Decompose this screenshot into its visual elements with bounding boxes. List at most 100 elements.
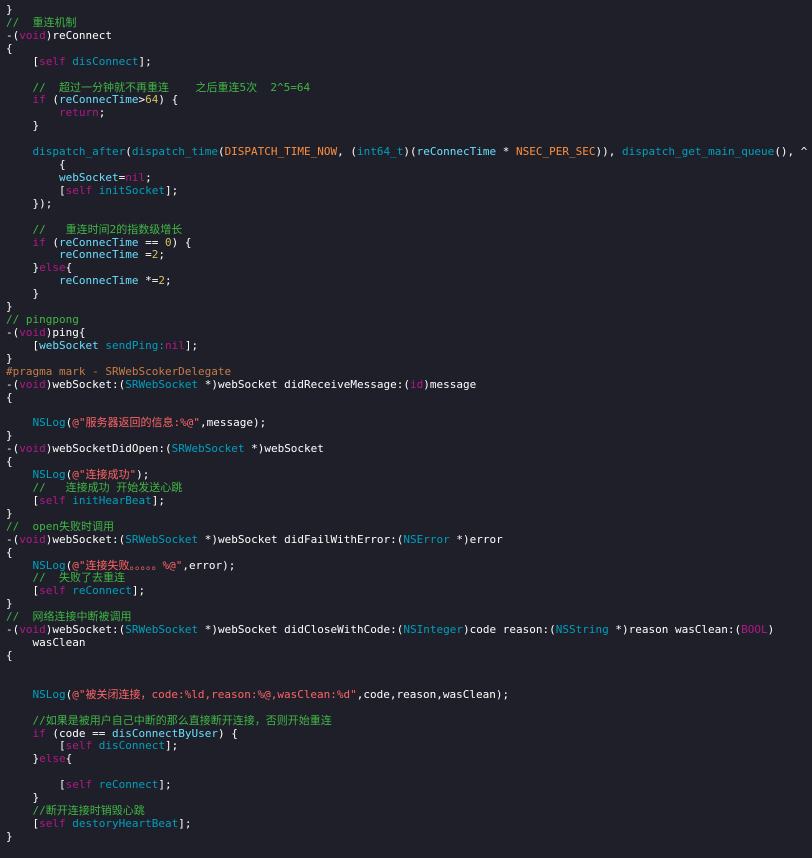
code-token-ivar: reConnecTime [416,145,497,159]
code-line: // open失败时调用 [6,520,114,533]
code-line: // 网络连接中断被调用 [6,610,132,623]
code-token-plain: ) { [171,235,192,249]
code-token-plain: } [6,3,13,16]
code-token-type: SRWebSocket [125,377,199,391]
code-line: //断开连接时销毁心跳 [6,804,145,818]
code-token-plain: -( [6,623,20,637]
code-line: // 重连机制 [6,16,77,29]
code-line: -(void)webSocketDidOpen:(SRWebSocket *)w… [6,442,324,455]
code-token-method: NSLog [32,687,66,701]
code-token-plain: ; [158,248,165,262]
code-token-plain: [ [6,183,66,197]
code-line: -(void)webSocket:(SRWebSocket *)webSocke… [6,623,774,636]
code-token-type: NSError [403,532,450,546]
code-token-comment: // 重连时间2的指数级增长 [6,222,183,236]
code-line: }else{ [6,261,72,274]
code-token-plain: [ [6,54,40,68]
code-token-plain: { [6,545,13,559]
code-line: } [6,507,13,520]
code-token-string: @"被关闭连接，code:%ld,reason:%@,wasClean:%d" [72,687,357,701]
code-token-plain: [ [6,739,66,753]
code-token-plain: ]; [151,493,165,507]
code-line: } [6,300,13,313]
code-line: reConnecTime *=2; [6,274,172,287]
code-token-plain: ]; [164,183,179,197]
code-line: //如果是被用户自己中断的那么直接断开连接，否则开始重连 [6,713,332,727]
code-token-plain: { [6,390,13,404]
code-token-ivar: webSocket [58,170,119,184]
code-token-plain: ,message); [200,416,267,430]
code-line: return; [6,106,105,119]
code-line: [self initHearBeat]; [6,493,165,507]
code-token-keyword: if [32,726,46,740]
code-token-plain: ]; [131,584,146,598]
code-token-plain: *)reason wasClean:( [608,623,742,637]
code-token-plain: { [6,41,13,55]
code-line: // 失败了去重连 [6,571,125,584]
code-token-keyword: nil [164,338,185,352]
code-line: } [6,352,13,365]
code-token-plain: ; [145,170,152,184]
code-line: NSLog(@"被关闭连接，code:%ld,reason:%@,wasClea… [6,687,510,701]
code-token-plain: = [138,248,152,262]
code-token-plain: )webSocketDidOpen:( [45,442,172,456]
code-token-plain: ) { [158,93,179,107]
code-token-plain: )), [595,145,622,159]
code-token-keyword: id [410,377,424,391]
code-token-selfkw: self [39,54,66,68]
code-line: -(void)webSocket:(SRWebSocket *)webSocke… [6,533,503,546]
code-token-keyword: else [39,261,66,275]
code-line: } [6,830,13,843]
code-token-keyword: if [32,235,46,249]
code-line: } [6,287,39,300]
code-token-comment: // 失败了去重连 [6,571,125,585]
code-token-number: 64 [145,93,159,107]
code-line: reConnecTime =2; [6,248,165,261]
code-token-comment: // 网络连接中断被调用 [6,610,132,624]
code-token-plain: == [138,235,165,249]
code-token-method: reConnect [65,584,132,598]
code-line: if (reConnecTime>64) { [6,93,179,107]
code-line: -(void)ping{ [6,326,86,339]
code-token-comment: // open失败时调用 [6,519,114,533]
code-token-comment: //断开连接时销毁心跳 [6,804,145,818]
code-token-number: 2 [158,274,165,288]
code-token-plain: } [6,597,13,611]
code-token-plain: ) { [217,726,238,740]
code-token-selfkw: self [65,739,93,753]
code-token-selfkw: self [39,816,66,830]
code-token-string: @"服务器返回的信息:%@" [72,416,200,430]
code-token-plain: ( [45,93,59,107]
code-token-plain: ,code,reason,wasClean); [356,687,510,701]
code-token-plain: }); [6,196,53,210]
code-line: } [6,3,13,16]
code-token-selfkw: self [39,584,66,598]
code-token-pragma: #pragma mark - SRWebScokerDelegate [6,364,232,378]
code-editor[interactable]: }// 重连机制 -(void)reConnect{ [self disConne… [0,0,812,858]
code-token-ivar: reConnecTime [59,235,139,249]
code-token-plain: } [6,261,40,275]
code-line: [self initSocket]; [6,184,178,197]
code-token-comment: //如果是被用户自己中断的那么直接断开连接，否则开始重连 [6,713,332,727]
code-token-ivar: reConnecTime [59,93,139,107]
code-token-plain: (code == [45,726,112,740]
code-line: } [6,597,13,610]
code-token-plain: )( [403,145,417,159]
code-token-keyword: void [19,326,46,339]
code-token-plain: )ping{ [45,326,86,339]
code-token-type: int64_t [357,145,404,159]
code-line: } [6,119,39,132]
code-token-plain: ( [45,235,59,249]
code-token-plain: [ [6,816,40,830]
code-token-plain: } [6,300,13,314]
code-token-type: SRWebSocket [171,442,245,456]
code-token-keyword: void [19,442,46,456]
code-token-plain: } [6,119,40,133]
code-token-plain: (), ^ [774,145,808,159]
code-token-plain: { [6,158,66,172]
code-token-plain: -( [6,377,20,391]
code-line: NSLog(@"服务器返回的信息:%@",message); [6,416,267,430]
code-token-plain: *)webSocket didReceiveMessage:( [198,377,411,391]
code-token-plain: { [65,261,73,275]
